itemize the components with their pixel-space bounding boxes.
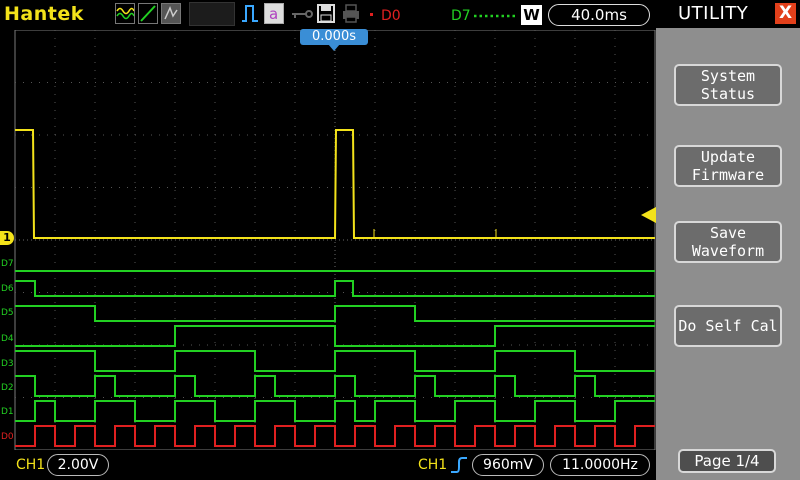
line-mode-icon[interactable] [138, 3, 158, 24]
trigger-position-text: 0.000s [312, 29, 356, 44]
close-icon[interactable]: X [775, 3, 796, 24]
brand-logo: Hantek [4, 3, 84, 25]
menu-header: UTILITY X [656, 0, 800, 28]
ch1-ground-marker[interactable]: 1 [0, 231, 14, 245]
trigger-position-arrow [328, 44, 340, 51]
trigger-source-dot [370, 13, 373, 16]
frequency-readout: 11.0000Hz [550, 454, 650, 476]
self-cal-button[interactable]: Do Self Cal [674, 305, 782, 347]
menu-title: UTILITY [678, 3, 749, 24]
time-per-div[interactable]: 40.0ms [548, 4, 650, 26]
dotted-range-line [474, 14, 518, 18]
channel-range-label: D7 [451, 8, 471, 24]
print-icon[interactable] [341, 3, 361, 24]
ch1-scale[interactable]: 2.00V [47, 454, 109, 476]
waveform-mode-icon[interactable] [115, 3, 135, 24]
bottom-status-bar: CH1 2.00V CH1 960mV 11.0000Hz [0, 450, 656, 480]
trigger-level[interactable]: 960mV [472, 454, 544, 476]
persist-mode-icon[interactable] [161, 3, 181, 24]
toolbar-spacer [189, 2, 235, 26]
digital-label-d2: D2 [1, 383, 14, 393]
save-waveform-button[interactable]: Save Waveform [674, 221, 782, 263]
update-firmware-button[interactable]: Update Firmware [674, 145, 782, 187]
rising-edge-icon [451, 457, 467, 473]
scope-screen [14, 29, 656, 451]
pulse-icon[interactable] [240, 3, 260, 24]
digital-label-d1: D1 [1, 407, 14, 417]
digital-label-d4: D4 [1, 334, 14, 344]
a-icon[interactable]: a [264, 3, 284, 24]
digital-label-d7: D7 [1, 259, 14, 269]
digital-label-d0: D0 [1, 432, 14, 442]
digital-label-d5: D5 [1, 308, 14, 318]
trigger-position-marker[interactable]: 0.000s [300, 29, 368, 45]
save-icon[interactable] [316, 3, 336, 24]
trigger-channel-label: CH1 [418, 457, 448, 473]
window-badge[interactable]: W [521, 5, 542, 25]
trigger-level-arrow[interactable] [641, 207, 656, 223]
trigger-source-label: D0 [381, 8, 401, 24]
page-indicator-button[interactable]: Page 1/4 [678, 449, 776, 473]
digital-label-d3: D3 [1, 359, 14, 369]
ch1-label: CH1 [16, 457, 46, 473]
system-status-button[interactable]: System Status [674, 64, 782, 106]
ch1-marker-text: 1 [3, 231, 11, 244]
utility-menu: UTILITY X System Status Update Firmware … [656, 0, 800, 480]
digital-label-d6: D6 [1, 284, 14, 294]
key-icon[interactable] [290, 3, 314, 24]
top-status-bar: Hantek a D0 D7 W 40.0ms [0, 0, 656, 30]
svg-text:a: a [269, 5, 278, 23]
